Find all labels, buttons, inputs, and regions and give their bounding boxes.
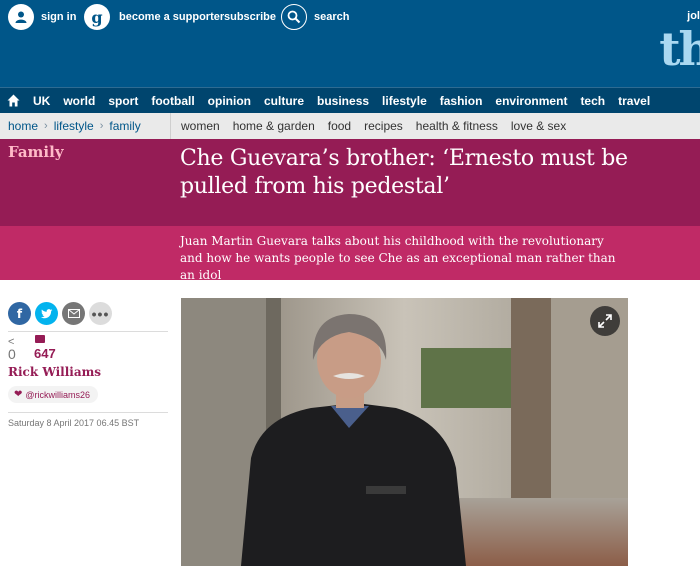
nav-item-uk[interactable]: UK bbox=[33, 94, 50, 108]
facebook-share-button[interactable]: f bbox=[8, 302, 31, 325]
nav-item-environment[interactable]: environment bbox=[495, 94, 567, 108]
nav-item-fashion[interactable]: fashion bbox=[440, 94, 483, 108]
breadcrumb: home › lifestyle › family bbox=[0, 119, 170, 133]
guardian-logo-icon: g bbox=[84, 4, 110, 30]
nav-item-tech[interactable]: tech bbox=[580, 94, 605, 108]
share-buttons: f ••• bbox=[8, 302, 168, 325]
chevron-right-icon: › bbox=[99, 120, 104, 132]
jobs-link[interactable]: jol bbox=[687, 10, 700, 22]
more-icon: ••• bbox=[91, 305, 110, 322]
share-count: 0 bbox=[8, 346, 16, 362]
email-share-button[interactable] bbox=[62, 302, 85, 325]
subscribe-link[interactable]: subscribe bbox=[224, 4, 276, 30]
become-supporter-label: become a supporter bbox=[119, 11, 225, 23]
twitter-share-button[interactable] bbox=[35, 302, 58, 325]
nav-item-sport[interactable]: sport bbox=[108, 94, 138, 108]
email-icon bbox=[67, 309, 80, 318]
search-icon bbox=[281, 4, 307, 30]
expand-icon bbox=[598, 314, 612, 328]
nav-item-culture[interactable]: culture bbox=[264, 94, 304, 108]
subnav-item-love-sex[interactable]: love & sex bbox=[511, 119, 566, 133]
article-headline: Che Guevara’s brother: ‘Ernesto must be … bbox=[180, 146, 628, 199]
user-icon bbox=[8, 4, 34, 30]
article-main-image[interactable] bbox=[181, 298, 628, 566]
comment-count[interactable]: 647 bbox=[34, 346, 56, 361]
author-byline[interactable]: Rick Williams bbox=[8, 365, 168, 379]
expand-image-button[interactable] bbox=[590, 306, 620, 336]
subnav-item-food[interactable]: food bbox=[328, 119, 351, 133]
twitter-icon: ❤ bbox=[14, 389, 23, 400]
breadcrumb-lifestyle[interactable]: lifestyle bbox=[54, 119, 94, 133]
engagement-counts: < 0 647 bbox=[8, 332, 168, 362]
author-twitter-button[interactable]: ❤ @rickwilliams26 bbox=[8, 386, 99, 403]
standfirst-block: Juan Martin Guevara talks about his chil… bbox=[0, 226, 700, 282]
search-label: search bbox=[314, 11, 350, 23]
become-supporter-link[interactable]: g become a supporter bbox=[84, 4, 224, 30]
sign-in-label: sign in bbox=[41, 11, 77, 23]
breadcrumb-family[interactable]: family bbox=[109, 119, 140, 133]
nav-item-lifestyle[interactable]: lifestyle bbox=[382, 94, 427, 108]
subsection-list: women home & garden food recipes health … bbox=[170, 113, 579, 139]
facebook-icon: f bbox=[16, 306, 23, 321]
more-share-button[interactable]: ••• bbox=[89, 302, 112, 325]
article-standfirst: Juan Martin Guevara talks about his chil… bbox=[180, 234, 616, 282]
nav-item-travel[interactable]: travel bbox=[618, 94, 650, 108]
section-label[interactable]: Family bbox=[8, 143, 64, 161]
subnav-item-recipes[interactable]: recipes bbox=[364, 119, 403, 133]
site-logo[interactable]: th bbox=[659, 22, 700, 76]
portrait-photo bbox=[181, 298, 628, 566]
comment-icon[interactable] bbox=[35, 335, 45, 343]
nav-item-world[interactable]: world bbox=[63, 94, 95, 108]
subnav-item-home-garden[interactable]: home & garden bbox=[233, 119, 315, 133]
twitter-handle: @rickwilliams26 bbox=[25, 389, 91, 400]
home-icon[interactable] bbox=[0, 88, 26, 114]
breadcrumb-home[interactable]: home bbox=[8, 119, 38, 133]
subscribe-label: subscribe bbox=[224, 11, 276, 23]
chevron-right-icon: › bbox=[44, 120, 48, 132]
sign-in-link[interactable]: sign in bbox=[8, 4, 76, 30]
twitter-icon bbox=[40, 308, 52, 318]
subnav-item-health-fitness[interactable]: health & fitness bbox=[416, 119, 498, 133]
subnav-item-women[interactable]: women bbox=[181, 119, 220, 133]
nav-item-football[interactable]: football bbox=[151, 94, 194, 108]
nav-item-opinion[interactable]: opinion bbox=[208, 94, 251, 108]
secondary-nav: home › lifestyle › family women home & g… bbox=[0, 113, 700, 139]
publish-date: Saturday 8 April 2017 06.45 BST bbox=[8, 412, 168, 428]
article-meta: f ••• < 0 647 Rick Williams ❤ @rickwilli… bbox=[8, 302, 168, 428]
search-link[interactable]: search bbox=[281, 4, 349, 30]
headline-block: Family Che Guevara’s brother: ‘Ernesto m… bbox=[0, 139, 700, 226]
nav-item-business[interactable]: business bbox=[317, 94, 369, 108]
site-header: sign in g become a supporter subscribe s… bbox=[0, 0, 700, 87]
primary-nav: UK world sport football opinion culture … bbox=[0, 87, 700, 113]
